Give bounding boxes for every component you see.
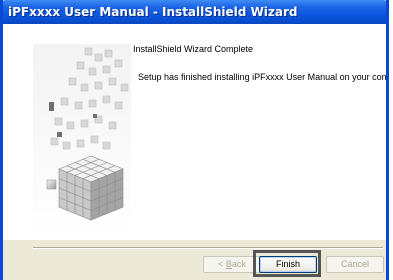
title-bar[interactable]: iPFxxxx User Manual - InstallShield Wiza… — [3, 0, 386, 24]
button-separator — [33, 247, 383, 249]
finish-label: Finish — [275, 259, 300, 269]
completion-heading: InstallShield Wizard Complete — [133, 44, 254, 54]
back-prefix: < — [218, 259, 226, 269]
installshield-wizard-window: iPFxxxx User Manual - InstallShield Wiza… — [0, 0, 389, 280]
window-title: iPFxxxx User Manual - InstallShield Wiza… — [8, 5, 298, 19]
finish-button[interactable]: Finish — [259, 256, 317, 273]
completion-message: Setup has finished installing iPFxxxx Us… — [138, 72, 389, 82]
cancel-button[interactable]: Cancel — [326, 256, 384, 273]
back-label-rest: ack — [231, 259, 246, 269]
content-panel: InstallShield Wizard Complete Setup has … — [3, 24, 386, 240]
cancel-label: Cancel — [340, 259, 369, 269]
cube-grid-illustration-icon — [33, 44, 131, 238]
